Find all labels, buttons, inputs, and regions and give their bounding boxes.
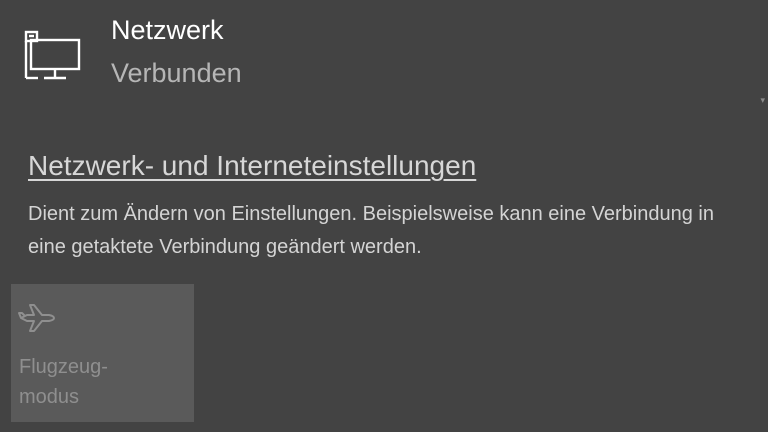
network-name: Netzwerk xyxy=(111,15,224,45)
network-status: Verbunden xyxy=(111,58,242,88)
scroll-down-arrow-icon[interactable]: ▾ xyxy=(760,96,765,105)
airplane-mode-tile[interactable]: Flugzeug- modus xyxy=(11,284,194,422)
airplane-icon xyxy=(17,298,57,338)
airplane-mode-label: Flugzeug- modus xyxy=(19,356,108,408)
network-settings-description: Dient zum Ändern von Einstellungen. Beis… xyxy=(28,203,714,258)
ethernet-desktop-icon xyxy=(24,30,88,84)
network-settings-link[interactable]: Netzwerk- und Interneteinstellungen xyxy=(28,150,476,182)
network-connection-item[interactable]: Netzwerk Verbunden xyxy=(0,0,750,118)
network-flyout: Netzwerk Verbunden ▾ Netzwerk- und Inter… xyxy=(0,0,768,432)
scrollbar[interactable]: ▾ xyxy=(754,0,768,118)
